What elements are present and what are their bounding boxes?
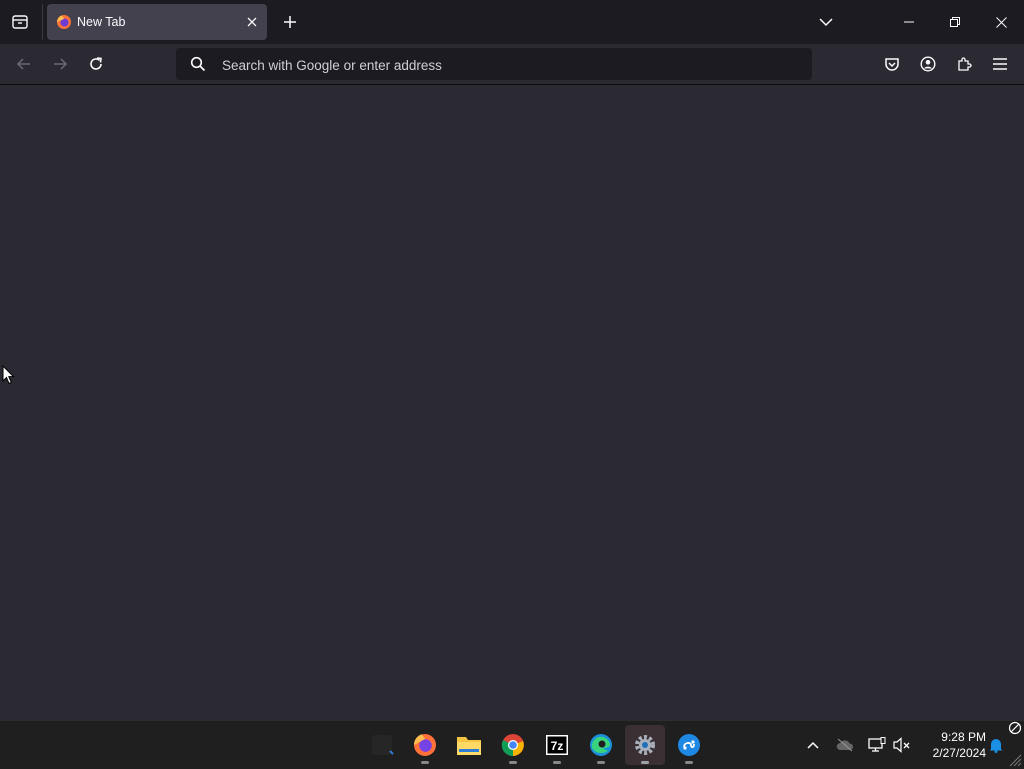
svg-text:7z: 7z	[551, 739, 564, 753]
taskbar-app-chrome[interactable]	[493, 725, 533, 765]
pocket-button[interactable]	[880, 52, 904, 76]
taskbar-app-settings[interactable]	[625, 725, 665, 765]
chevron-up-icon	[807, 741, 819, 749]
close-icon	[247, 17, 257, 27]
restore-icon	[950, 17, 960, 27]
do-not-disturb-icon	[1008, 721, 1022, 735]
app-menu-button[interactable]	[988, 52, 1012, 76]
close-icon	[995, 16, 1007, 28]
running-indicator	[553, 761, 561, 764]
bell-icon	[989, 739, 1003, 753]
network-tray-button[interactable]	[865, 733, 889, 757]
firefox-view-button[interactable]	[6, 8, 34, 36]
running-indicator	[421, 761, 429, 764]
mouse-cursor-icon	[2, 365, 15, 385]
tab-close-button[interactable]	[243, 13, 261, 31]
firefox-view-icon	[12, 15, 28, 29]
folder-icon	[457, 737, 481, 755]
taskbar-app-file-explorer[interactable]	[449, 725, 489, 765]
forward-button[interactable]	[46, 50, 74, 78]
chevron-down-icon	[819, 18, 833, 27]
taskbar-app-edge[interactable]	[581, 725, 621, 765]
clock-time: 9:28 PM	[941, 730, 986, 744]
puzzle-icon	[958, 57, 972, 71]
app-icon	[372, 735, 394, 755]
cloud-offline-icon	[836, 738, 854, 752]
plus-icon	[284, 16, 296, 28]
volume-muted-icon	[893, 737, 910, 753]
reload-icon	[90, 57, 102, 70]
search-icon	[190, 56, 206, 72]
minimize-button[interactable]	[886, 0, 932, 44]
resize-grip-icon	[1009, 754, 1022, 767]
firefox-icon	[413, 734, 436, 756]
taskbar-app-remote[interactable]	[669, 725, 709, 765]
running-indicator	[685, 761, 693, 764]
back-button[interactable]	[10, 50, 38, 78]
network-icon	[868, 737, 886, 752]
tab-new-tab[interactable]: New Tab	[47, 4, 267, 40]
settings-gear-icon	[635, 735, 655, 755]
list-all-tabs-button[interactable]	[814, 10, 838, 34]
edge-icon	[590, 734, 612, 756]
account-icon	[920, 56, 936, 72]
volume-tray-button[interactable]	[890, 733, 914, 757]
window-close-button[interactable]	[978, 0, 1024, 44]
address-input[interactable]	[220, 48, 804, 82]
hamburger-menu-icon	[993, 58, 1007, 70]
clock-date: 2/27/2024	[932, 746, 986, 760]
extensions-button[interactable]	[952, 52, 976, 76]
running-indicator	[641, 761, 649, 764]
show-hidden-icons-button[interactable]	[801, 733, 825, 757]
remote-app-icon	[678, 734, 700, 756]
arrow-left-icon	[16, 58, 30, 70]
pocket-icon	[885, 58, 899, 71]
chrome-icon	[501, 734, 524, 757]
reload-button[interactable]	[82, 50, 110, 78]
url-bar[interactable]	[176, 48, 812, 82]
tab-strip: New Tab	[0, 0, 1024, 44]
minimize-icon	[904, 21, 914, 23]
taskbar-clock[interactable]: 9:28 PM 2/27/2024	[918, 729, 986, 761]
firefox-favicon-icon	[57, 15, 71, 29]
taskbar: 7z 9:28 PM 2/27/2024	[0, 720, 1024, 769]
show-desktop-button[interactable]	[1005, 721, 1024, 769]
page-content	[0, 85, 1024, 720]
onedrive-tray-button[interactable]	[833, 733, 857, 757]
taskbar-app-blank[interactable]	[362, 725, 402, 765]
running-indicator	[509, 761, 517, 764]
tab-title: New Tab	[77, 15, 126, 29]
running-indicator	[597, 761, 605, 764]
restore-button[interactable]	[932, 0, 978, 44]
navigation-toolbar	[0, 44, 1024, 85]
arrow-right-icon	[54, 58, 68, 70]
7zip-icon: 7z	[546, 735, 568, 755]
account-button[interactable]	[916, 52, 940, 76]
tab-divider	[42, 4, 43, 40]
new-tab-button[interactable]	[278, 10, 302, 34]
taskbar-app-7zip[interactable]: 7z	[537, 725, 577, 765]
taskbar-app-firefox[interactable]	[405, 725, 445, 765]
